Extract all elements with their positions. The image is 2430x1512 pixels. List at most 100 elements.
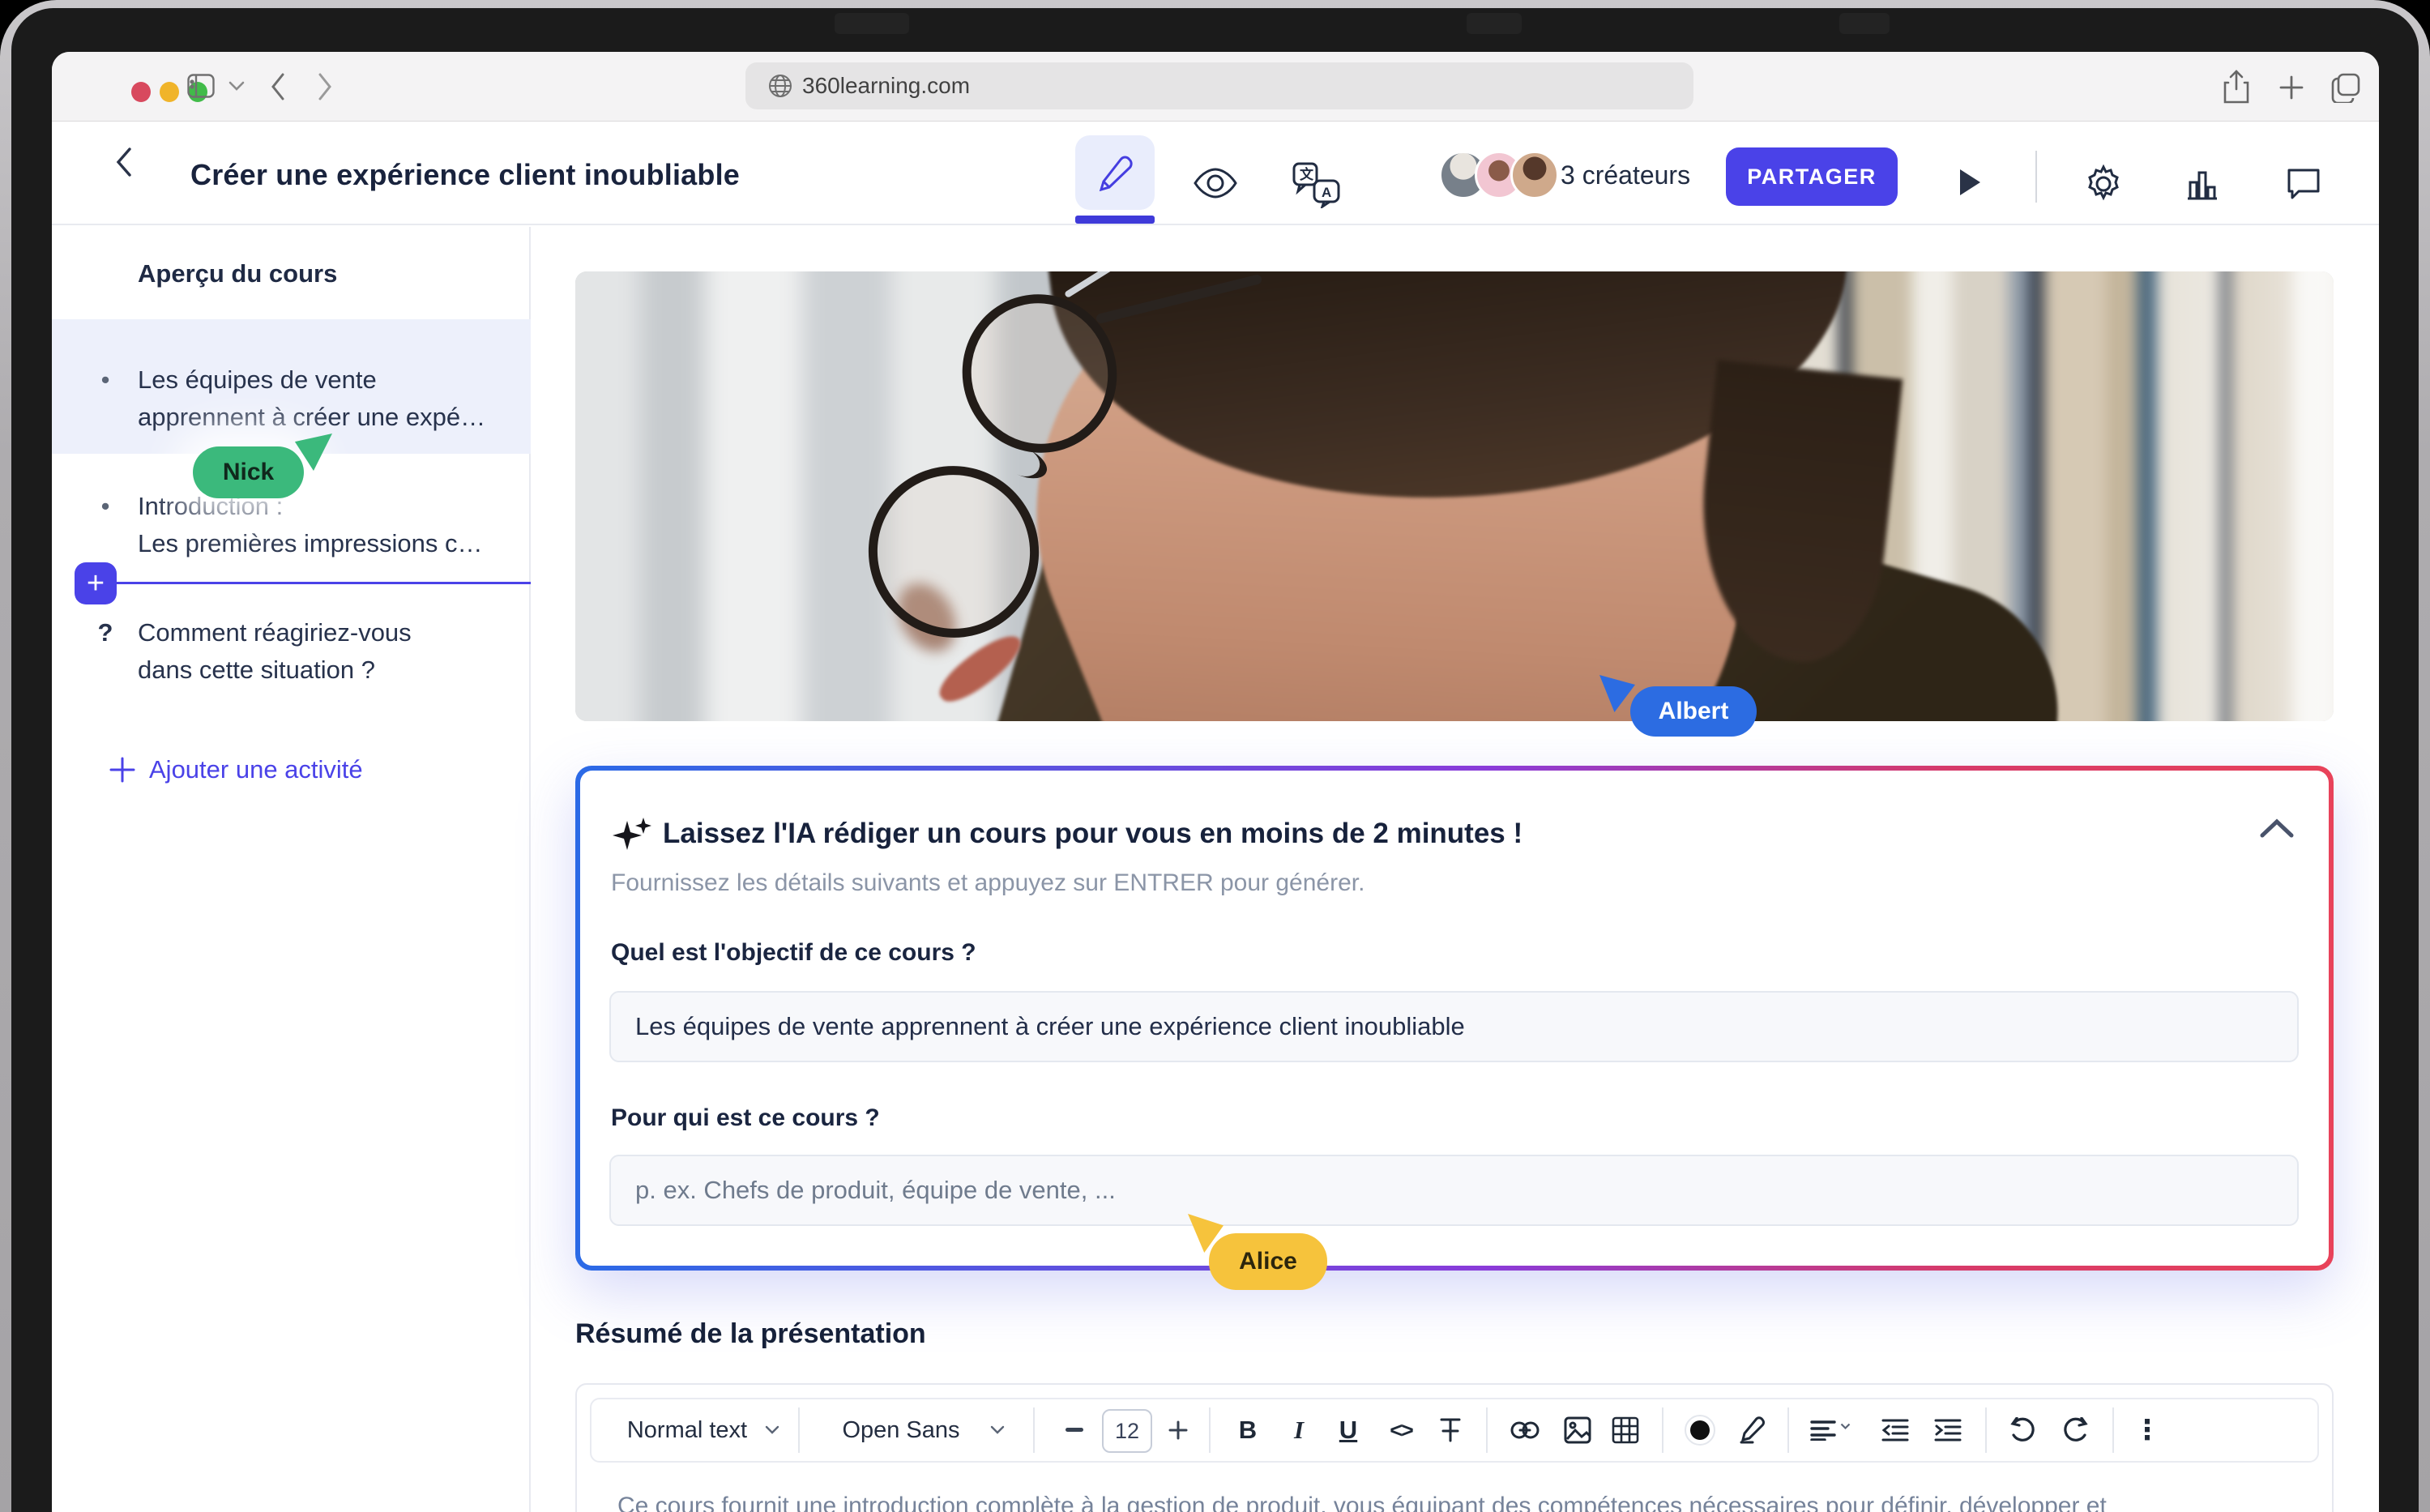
tab-translate-mode[interactable]: 文A — [1292, 161, 1342, 208]
insert-table-button[interactable] — [1608, 1399, 1643, 1461]
sidebar-item-lesson-1[interactable]: • Les équipes de vente apprennent à crée… — [52, 319, 531, 454]
cursor-name-badge: Nick — [193, 446, 304, 498]
summary-rich-text-editor[interactable]: Normal text Open Sans — [575, 1383, 2334, 1512]
insert-activity-button[interactable]: + — [75, 562, 117, 604]
share-icon[interactable] — [2223, 70, 2249, 104]
question-marker: ? — [96, 614, 115, 651]
highlighter-button[interactable] — [1734, 1399, 1770, 1461]
forward-button[interactable] — [317, 73, 333, 100]
tab-preview-mode[interactable] — [1193, 168, 1238, 199]
objective-input[interactable] — [609, 991, 2299, 1062]
toolbar-divider — [1033, 1407, 1035, 1453]
objective-question-label: Quel est l'objectif de ce cours ? — [611, 939, 976, 967]
cursor-name-badge: Alice — [1209, 1233, 1327, 1290]
comments-bubble-icon[interactable] — [2285, 166, 2322, 202]
browser-toolbar: 360learning.com — [52, 52, 2379, 122]
outdent-button[interactable] — [1876, 1399, 1915, 1461]
strikethrough-button[interactable] — [1433, 1399, 1468, 1461]
toolbar-divider — [1662, 1407, 1663, 1453]
creators-count-label: 3 créateurs — [1561, 160, 1690, 190]
increase-font-size-button[interactable] — [1162, 1399, 1194, 1461]
chevron-down-icon[interactable] — [760, 1399, 784, 1461]
browser-window: 360learning.com Créer une expérience cli… — [52, 52, 2379, 1512]
url-text: 360learning.com — [802, 73, 970, 99]
undo-button[interactable] — [2003, 1399, 2042, 1461]
summary-body-text[interactable]: Ce cours fournit une introduction complè… — [617, 1489, 2278, 1512]
statistics-chart-icon[interactable] — [2184, 166, 2220, 202]
sparkle-icon — [611, 816, 653, 855]
share-course-button[interactable]: PARTAGER — [1726, 147, 1898, 206]
audience-input[interactable] — [609, 1155, 2299, 1226]
app-header: Créer une expérience client inoubliable … — [52, 122, 2379, 225]
font-size-value[interactable]: 12 — [1102, 1409, 1152, 1453]
header-divider — [2035, 151, 2037, 203]
toolbar-divider — [1985, 1407, 1987, 1453]
italic-button[interactable]: I — [1281, 1399, 1317, 1461]
minimize-window-button[interactable] — [160, 82, 179, 102]
font-family-dropdown[interactable]: Open Sans — [832, 1399, 970, 1461]
decrease-font-size-button[interactable] — [1058, 1399, 1091, 1461]
bold-button[interactable]: B — [1230, 1399, 1266, 1461]
bezel-reflection — [1467, 13, 1522, 34]
sidebar-chevron-down-icon[interactable] — [228, 81, 245, 92]
settings-gear-icon[interactable] — [2084, 164, 2123, 203]
align-dropdown[interactable] — [1809, 1399, 1851, 1461]
paragraph-style-dropdown[interactable]: Normal text — [606, 1399, 768, 1461]
editor-toolbar: Normal text Open Sans — [590, 1398, 2319, 1463]
ai-course-generator-panel: Laissez l'IA rédiger un cours pour vous … — [575, 766, 2334, 1271]
summary-heading: Résumé de la présentation — [575, 1318, 926, 1350]
play-preview-icon[interactable] — [1958, 168, 1982, 197]
active-tab-underline — [1075, 216, 1155, 224]
address-bar[interactable]: 360learning.com — [745, 62, 1693, 109]
tab-edit-mode[interactable] — [1075, 135, 1155, 210]
toolbar-divider — [1209, 1407, 1211, 1453]
collaborator-cursor-alice: Alice — [1209, 1233, 1327, 1290]
bezel-reflection — [835, 13, 909, 34]
avatar — [1510, 151, 1559, 199]
course-outline-sidebar: Aperçu du cours • Les équipes de vente a… — [52, 227, 531, 1512]
course-editor-main: Albert Laissez l'IA rédiger un cours pou… — [532, 227, 2379, 1512]
collapse-chevron-icon[interactable] — [2259, 818, 2295, 839]
back-button[interactable] — [270, 73, 286, 100]
collaborator-cursor-albert: Albert — [1630, 686, 1757, 737]
sidebar-overview-label[interactable]: Aperçu du cours — [138, 259, 337, 288]
tab-overview-icon[interactable] — [2330, 72, 2361, 103]
toolbar-divider — [798, 1407, 800, 1453]
course-title: Créer une expérience client inoubliable — [190, 158, 740, 192]
chevron-down-icon[interactable] — [985, 1399, 1010, 1461]
course-cover-image — [575, 271, 2334, 721]
indent-button[interactable] — [1928, 1399, 1967, 1461]
underline-button[interactable]: U — [1330, 1399, 1366, 1461]
close-window-button[interactable] — [131, 82, 151, 102]
toolbar-divider — [2112, 1407, 2114, 1453]
back-chevron-icon[interactable] — [115, 147, 133, 177]
more-options-button[interactable]: ⋮ — [2129, 1399, 2165, 1461]
toolbar-divider — [1787, 1407, 1789, 1453]
insert-position-line — [117, 582, 531, 584]
add-activity-link[interactable]: Ajouter une activité — [109, 755, 363, 784]
cursor-name-badge: Albert — [1630, 686, 1757, 737]
text-color-button[interactable] — [1682, 1399, 1718, 1461]
audience-question-label: Pour qui est ce cours ? — [611, 1104, 880, 1132]
collaborator-cursor-nick: Nick — [193, 446, 304, 498]
bezel-reflection — [1839, 13, 1890, 34]
insert-image-button[interactable] — [1560, 1399, 1595, 1461]
redo-button[interactable] — [2056, 1399, 2095, 1461]
globe-icon — [768, 74, 792, 98]
creator-avatars[interactable] — [1439, 151, 1559, 199]
light-glow — [2115, 271, 2334, 721]
bullet-marker: • — [96, 488, 115, 525]
pencil-icon — [1096, 154, 1134, 191]
code-button[interactable]: <> — [1383, 1399, 1419, 1461]
insert-link-button[interactable] — [1507, 1399, 1543, 1461]
ai-panel-subtitle: Fournissez les détails suivants et appuy… — [611, 869, 1364, 897]
ai-panel-title: Laissez l'IA rédiger un cours pour vous … — [663, 818, 1522, 850]
device-screen: 360learning.com Créer une expérience cli… — [0, 0, 2430, 1512]
sidebar-toggle-icon[interactable] — [187, 74, 215, 98]
svg-text:文: 文 — [1300, 166, 1314, 182]
svg-text:A: A — [1322, 185, 1331, 200]
sidebar-item-question[interactable]: ? Comment réagiriez-vous dans cette situ… — [52, 603, 531, 700]
new-tab-icon[interactable] — [2278, 75, 2304, 100]
plus-icon — [109, 756, 136, 784]
bullet-marker: • — [96, 361, 115, 399]
